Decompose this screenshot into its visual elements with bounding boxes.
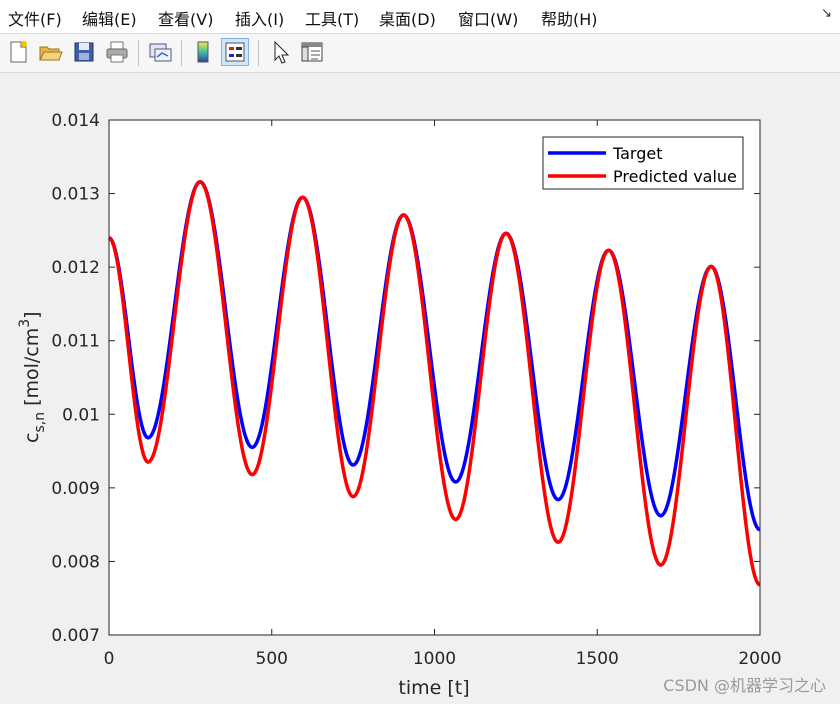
figure-canvas: 0 500 1000 1500 2000 0.007 0.008 0.009 0.01 0.011…: [17, 111, 782, 699]
menu-insert[interactable]: 插入(I): [235, 6, 284, 30]
new-figure-icon[interactable]: [4, 38, 32, 66]
pointer-icon[interactable]: [266, 38, 294, 66]
y-axis-label: cs,n [mol/cm3]: [17, 311, 48, 443]
y-tick-label: 0.014: [51, 111, 100, 131]
y-axis-label-superscript: 3: [17, 319, 33, 328]
menu-desktop[interactable]: 桌面(D): [379, 6, 436, 30]
y-tick-label: 0.009: [51, 479, 100, 499]
open-folder-icon[interactable]: [36, 38, 64, 66]
toolbar-separator: [138, 40, 139, 66]
y-axis-label-subscript: s,n: [32, 412, 48, 433]
link-plot-icon[interactable]: [146, 38, 174, 66]
menu-view[interactable]: 查看(V): [158, 6, 213, 30]
x-tick-label: 1500: [576, 649, 619, 669]
menu-help[interactable]: 帮助(H): [541, 6, 598, 30]
x-tick-label: 1000: [413, 649, 456, 669]
y-axis-label-symbol: c: [21, 433, 43, 443]
undock-arrow-icon[interactable]: ↘: [821, 6, 832, 21]
x-tick-label: 0: [104, 649, 115, 669]
toolbar: [0, 34, 840, 73]
menu-bar: 文件(F) 编辑(E) 查看(V) 插入(I) 工具(T) 桌面(D) 窗口(W…: [0, 0, 840, 34]
save-icon[interactable]: [70, 38, 98, 66]
y-tick-label: 0.011: [51, 332, 100, 352]
menu-tools[interactable]: 工具(T): [305, 6, 359, 30]
toolbar-separator: [258, 40, 259, 66]
legend-label-predicted: Predicted value: [613, 167, 737, 186]
x-tick-label: 2000: [738, 649, 781, 669]
y-tick-label: 0.012: [51, 258, 100, 278]
property-editor-icon[interactable]: [298, 38, 326, 66]
y-tick-label: 0.008: [51, 552, 100, 572]
legend[interactable]: Target Predicted value: [542, 136, 744, 190]
print-icon[interactable]: [103, 38, 131, 66]
x-tick-label: 500: [256, 649, 288, 669]
legend-label-target: Target: [612, 144, 663, 163]
menu-edit[interactable]: 编辑(E): [82, 6, 137, 30]
x-axis-label: time [t]: [398, 677, 469, 699]
y-tick-label: 0.013: [51, 185, 100, 205]
toolbar-separator: [181, 40, 182, 66]
menu-window[interactable]: 窗口(W): [458, 6, 518, 30]
colorbar-icon[interactable]: [189, 38, 217, 66]
y-tick-label: 0.01: [62, 405, 100, 425]
y-tick-label: 0.007: [51, 626, 100, 646]
watermark: CSDN @机器学习之心: [663, 676, 826, 695]
menu-file[interactable]: 文件(F): [8, 6, 62, 30]
y-axis-label-close: ]: [21, 311, 43, 318]
y-axis-label-unit: [mol/cm: [21, 328, 43, 406]
legend-icon[interactable]: [221, 38, 249, 66]
